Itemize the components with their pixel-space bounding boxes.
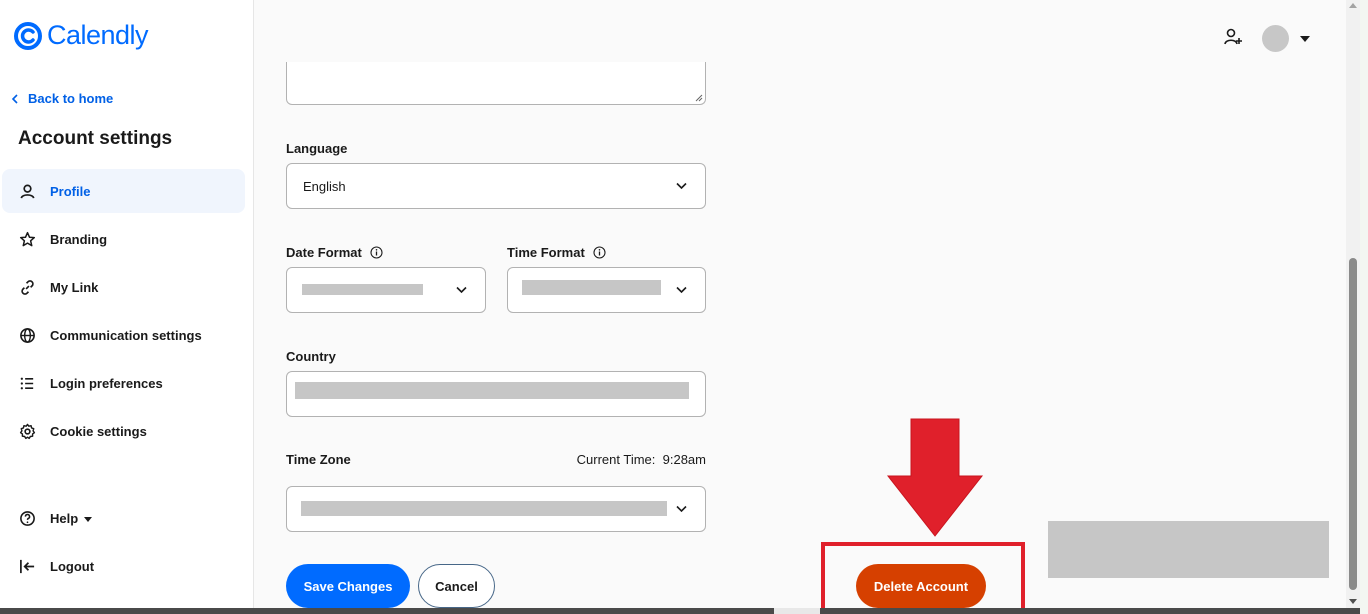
- caret-down-icon[interactable]: [1300, 36, 1310, 42]
- add-user-icon[interactable]: [1223, 27, 1243, 47]
- time-zone-label: Time Zone: [286, 452, 351, 467]
- scroll-up-icon[interactable]: [1349, 3, 1357, 8]
- date-format-select[interactable]: [286, 267, 486, 313]
- save-changes-button[interactable]: Save Changes: [286, 564, 410, 608]
- horizontal-scrollbar[interactable]: [0, 608, 1360, 614]
- chevron-down-icon: [456, 286, 467, 294]
- time-format-select[interactable]: [507, 267, 706, 313]
- back-to-home-label: Back to home: [28, 91, 114, 106]
- star-icon: [18, 230, 36, 248]
- sidebar-item-label: Branding: [50, 231, 108, 247]
- info-icon[interactable]: [370, 246, 383, 259]
- sidebar-item-profile[interactable]: Profile: [2, 169, 245, 213]
- resize-grip-icon[interactable]: [695, 94, 703, 102]
- cancel-button[interactable]: Cancel: [418, 564, 495, 608]
- back-to-home-link[interactable]: Back to home: [10, 91, 113, 106]
- redacted-value: [522, 280, 661, 295]
- country-select[interactable]: [286, 371, 706, 417]
- language-label: Language: [286, 141, 348, 156]
- sidebar-item-label: Communication settings: [50, 327, 202, 343]
- taskbar-segment: [0, 608, 42, 614]
- list-icon: [18, 374, 36, 392]
- caret-down-icon: [84, 516, 93, 522]
- sidebar-item-label: Profile: [50, 183, 91, 199]
- taskbar-segment: [820, 608, 1360, 614]
- info-icon[interactable]: [593, 246, 606, 259]
- sidebar-item-branding[interactable]: Branding: [2, 217, 245, 261]
- language-value: English: [303, 179, 346, 194]
- time-zone-select[interactable]: [286, 486, 706, 532]
- sidebar: Calendly Back to home Account settings P…: [0, 0, 254, 614]
- person-icon: [18, 182, 36, 200]
- help-icon: [18, 509, 36, 527]
- sidebar-item-cookie-settings[interactable]: Cookie settings: [2, 409, 245, 453]
- chevron-down-icon: [676, 182, 687, 190]
- chevron-left-icon: [11, 93, 18, 104]
- sidebar-item-label: Cookie settings: [50, 423, 147, 439]
- date-format-label: Date Format: [286, 245, 383, 260]
- redacted-value: [295, 382, 689, 399]
- highlight-box-annotation: [821, 542, 1025, 614]
- sidebar-item-label: My Link: [50, 279, 99, 295]
- link-icon: [18, 278, 36, 296]
- window-edge: [1360, 0, 1368, 614]
- chevron-down-icon: [676, 505, 687, 513]
- time-format-label: Time Format: [507, 245, 606, 260]
- help-menu[interactable]: Help: [2, 496, 245, 540]
- scroll-thumb[interactable]: [42, 608, 774, 614]
- redacted-value: [301, 501, 667, 516]
- redacted-block: [1048, 521, 1329, 578]
- scroll-down-icon[interactable]: [1349, 599, 1357, 604]
- chevron-down-icon: [676, 286, 687, 294]
- brand-name: Calendly: [47, 20, 149, 50]
- logout-label: Logout: [50, 558, 95, 574]
- sidebar-item-login-preferences[interactable]: Login preferences: [2, 361, 245, 405]
- redacted-value: [302, 284, 423, 295]
- country-label: Country: [286, 349, 336, 364]
- calendly-logo-icon: [14, 21, 42, 50]
- sidebar-item-communication-settings[interactable]: Communication settings: [2, 313, 245, 357]
- sidebar-item-label: Login preferences: [50, 375, 163, 391]
- bio-textarea[interactable]: [286, 62, 706, 105]
- avatar[interactable]: [1262, 25, 1289, 52]
- logout-button[interactable]: Logout: [2, 544, 245, 588]
- gear-icon: [18, 422, 36, 440]
- language-select[interactable]: English: [286, 163, 706, 209]
- logout-icon: [18, 557, 36, 575]
- current-time: Current Time: 9:28am: [576, 452, 706, 467]
- calendly-logo[interactable]: Calendly: [13, 20, 149, 51]
- sidebar-item-my-link[interactable]: My Link: [2, 265, 245, 309]
- vertical-scrollbar[interactable]: [1346, 0, 1360, 608]
- help-label: Help: [50, 510, 79, 526]
- scroll-thumb[interactable]: [1349, 258, 1357, 590]
- sidebar-title: Account settings: [18, 128, 173, 149]
- red-arrow-annotation: [886, 418, 984, 537]
- globe-icon: [18, 326, 36, 344]
